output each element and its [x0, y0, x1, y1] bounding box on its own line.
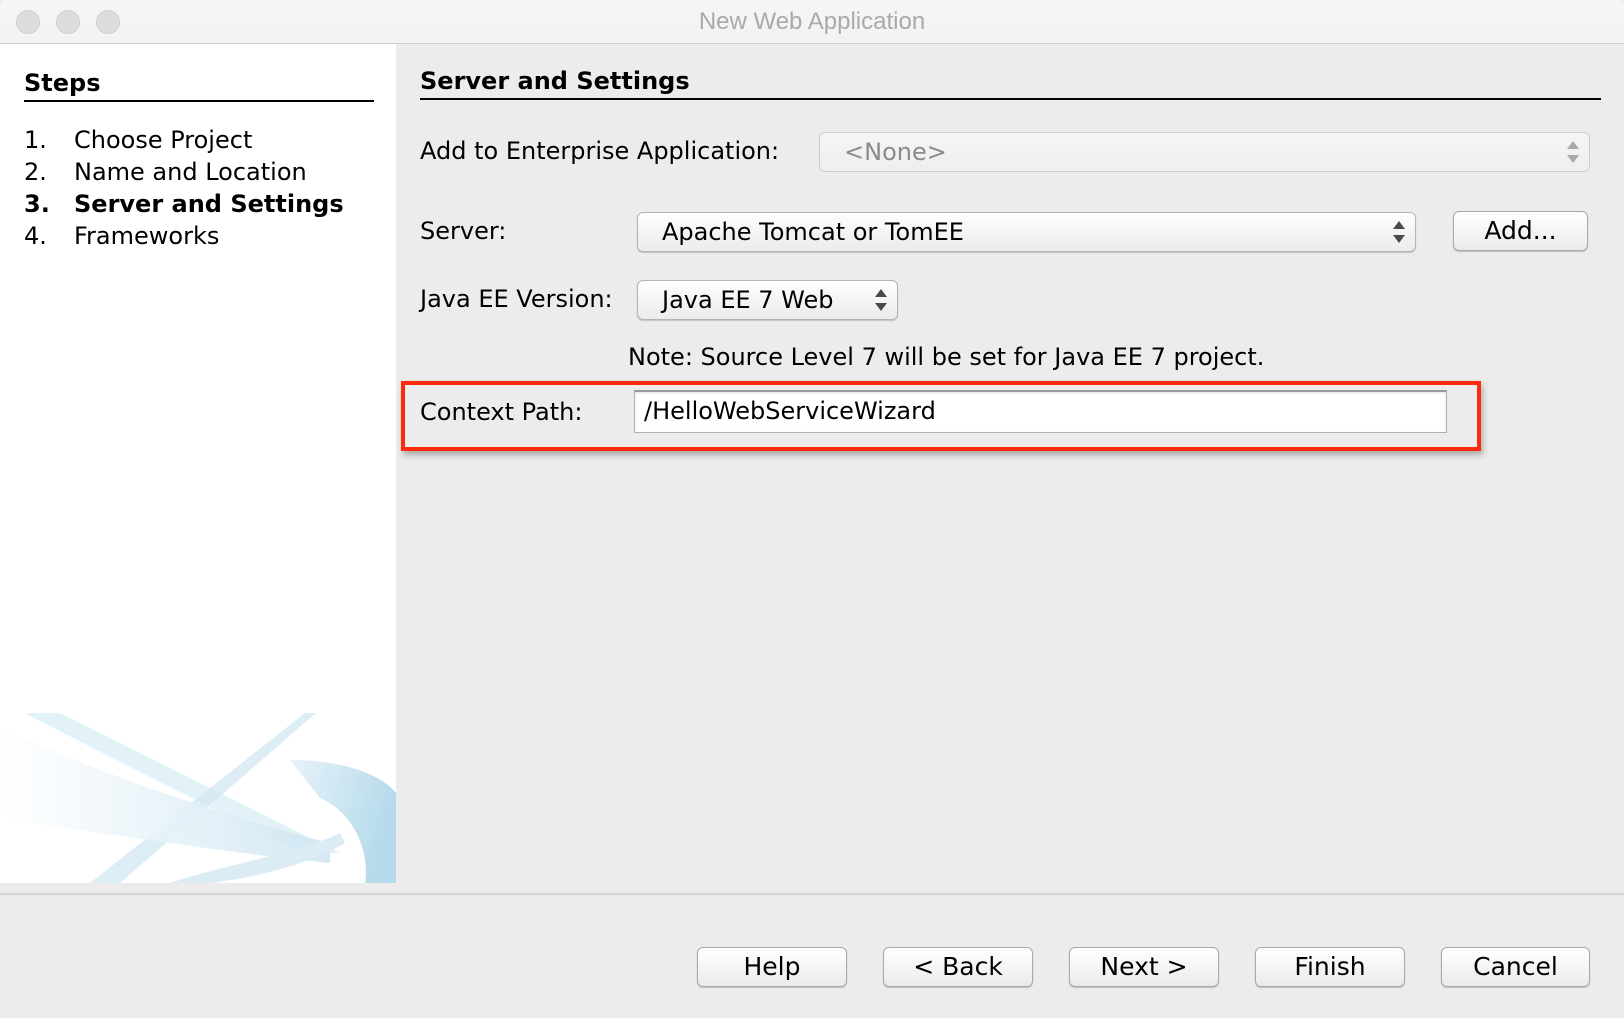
server-dropdown[interactable]: Apache Tomcat or TomEE: [637, 212, 1416, 252]
highlight-annotation-box: [401, 381, 1481, 451]
next-button[interactable]: Next >: [1069, 947, 1219, 987]
steps-heading: Steps: [24, 68, 374, 102]
updown-arrows-icon: [1393, 221, 1405, 243]
steps-panel: Steps 1. Choose Project 2. Name and Loca…: [0, 44, 396, 883]
server-label: Server:: [420, 217, 507, 245]
step-label: Choose Project: [74, 126, 253, 154]
back-button[interactable]: < Back: [883, 947, 1033, 987]
server-value: Apache Tomcat or TomEE: [662, 218, 964, 246]
window-title: New Web Application: [698, 8, 926, 35]
step-item: 2. Name and Location: [24, 156, 344, 188]
add-server-button[interactable]: Add...: [1453, 211, 1588, 251]
step-label: Frameworks: [74, 222, 220, 250]
step-item: 1. Choose Project: [24, 124, 344, 156]
step-number: 4.: [24, 222, 47, 250]
finish-button[interactable]: Finish: [1255, 947, 1405, 987]
enterprise-app-value: <None>: [844, 138, 947, 166]
enterprise-app-dropdown[interactable]: <None>: [819, 132, 1590, 172]
steps-list: 1. Choose Project 2. Name and Location 3…: [24, 124, 344, 252]
step-item-current: 3. Server and Settings: [24, 188, 344, 220]
step-label: Server and Settings: [74, 190, 344, 218]
title-bar: New Web Application: [0, 0, 1624, 44]
step-number: 1.: [24, 126, 47, 154]
updown-arrows-icon: [875, 289, 887, 311]
decorative-swoosh-graphic: [0, 713, 396, 883]
step-label: Name and Location: [74, 158, 307, 186]
java-ee-version-value: Java EE 7 Web: [662, 286, 834, 314]
section-heading: Server and Settings: [420, 66, 1601, 100]
enterprise-app-label: Add to Enterprise Application:: [420, 137, 780, 165]
java-ee-version-dropdown[interactable]: Java EE 7 Web: [637, 280, 898, 320]
step-number: 2.: [24, 158, 47, 186]
java-ee-version-label: Java EE Version:: [420, 285, 613, 313]
step-item: 4. Frameworks: [24, 220, 344, 252]
footer-divider: [0, 893, 1624, 895]
source-level-note: Note: Source Level 7 will be set for Jav…: [628, 343, 1265, 371]
updown-arrows-icon: [1567, 141, 1579, 163]
help-button[interactable]: Help: [697, 947, 847, 987]
step-number: 3.: [24, 190, 50, 218]
cancel-button[interactable]: Cancel: [1441, 947, 1590, 987]
